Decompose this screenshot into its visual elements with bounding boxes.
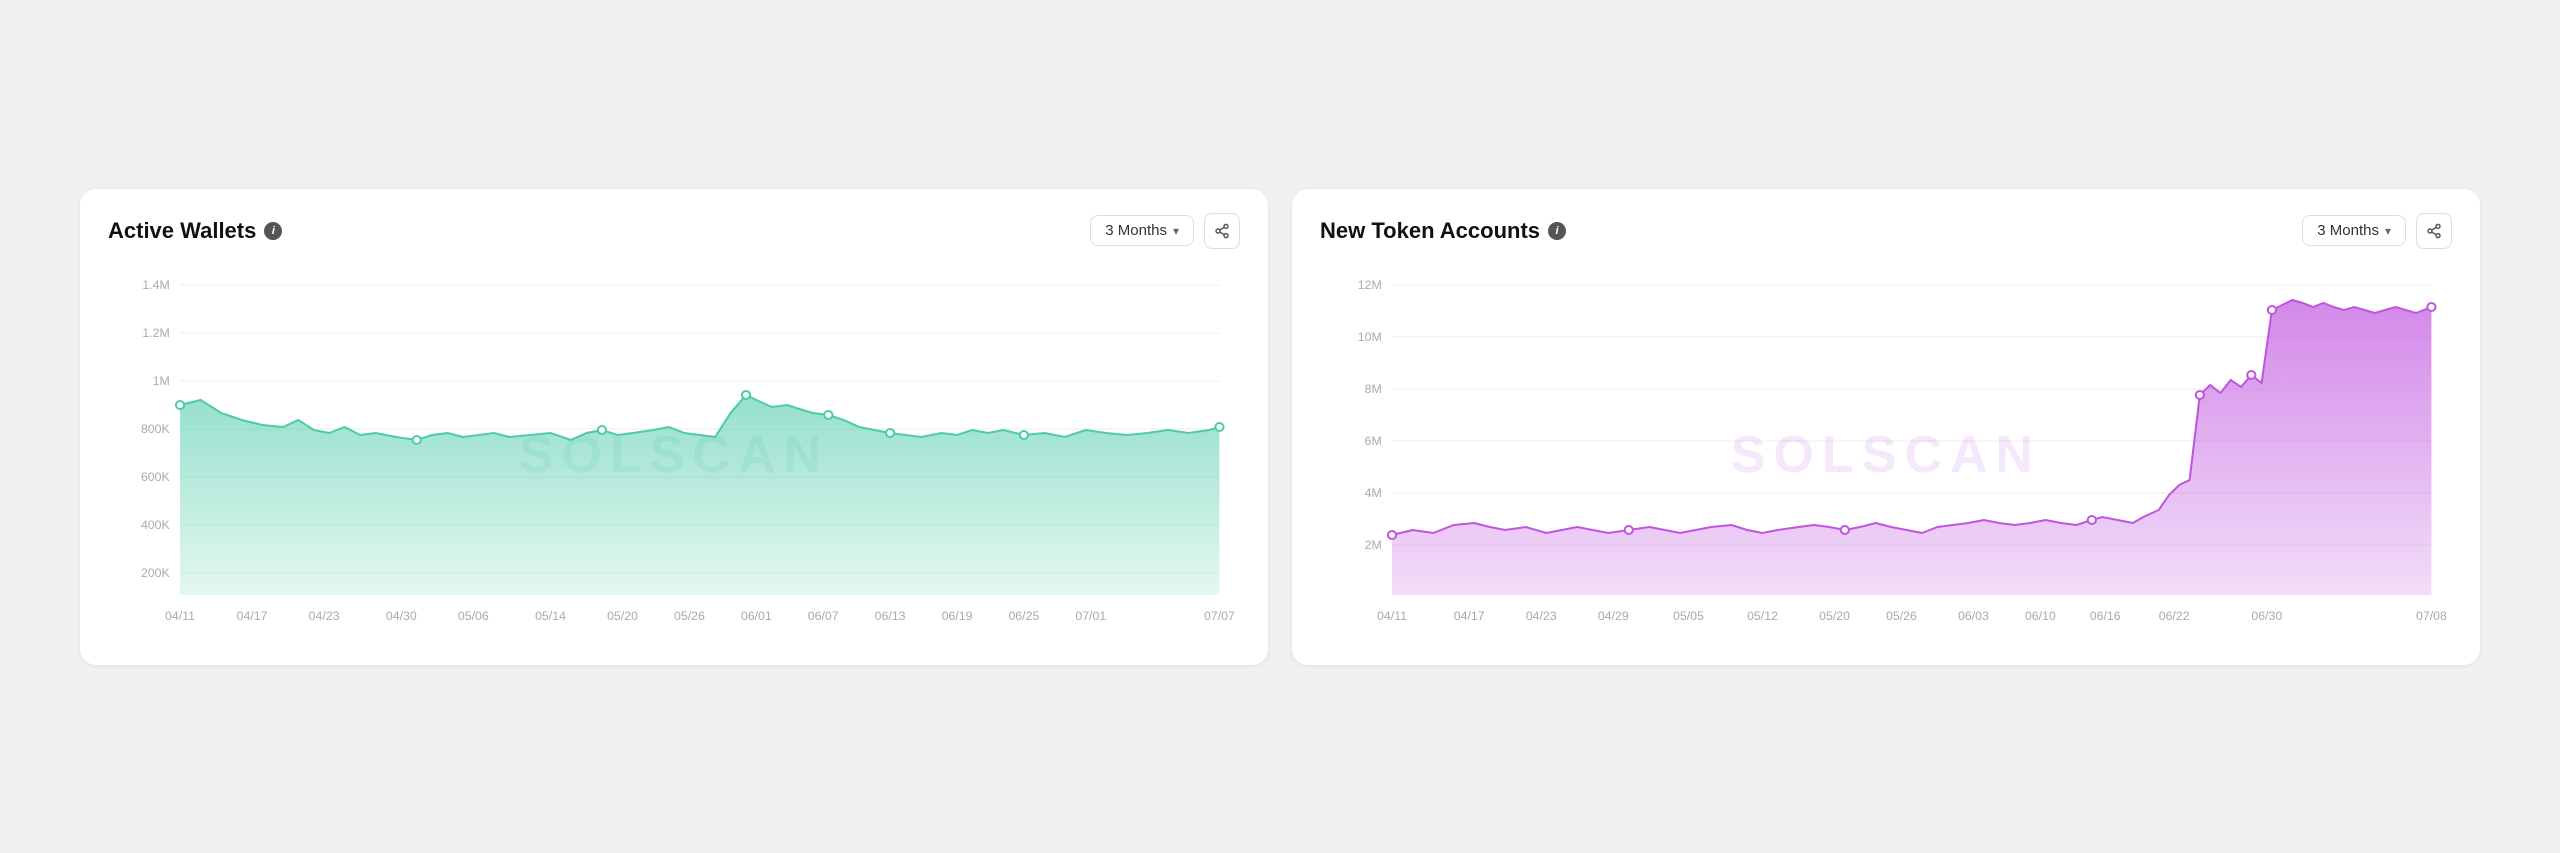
svg-text:05/05: 05/05 [1673, 609, 1704, 623]
card-header: Active Wallets i 3 Months ▾ [108, 213, 1240, 249]
info-icon-2[interactable]: i [1548, 222, 1566, 240]
svg-text:05/20: 05/20 [1819, 609, 1850, 623]
time-label-2: 3 Months [2317, 222, 2379, 239]
svg-text:04/23: 04/23 [1526, 609, 1557, 623]
share-button-tokens[interactable] [2416, 213, 2452, 249]
svg-text:12M: 12M [1358, 278, 1382, 292]
active-wallets-title: Active Wallets [108, 218, 256, 244]
time-selector-tokens[interactable]: 3 Months ▾ [2302, 215, 2406, 246]
svg-text:800K: 800K [141, 422, 170, 436]
time-label: 3 Months [1105, 222, 1167, 239]
svg-text:05/26: 05/26 [1886, 609, 1917, 623]
svg-text:06/30: 06/30 [2251, 609, 2282, 623]
active-wallets-chart: SOLSCAN 1.4M 1.2M 1M 800K 600K 400K 200K [108, 265, 1240, 645]
card-actions-2: 3 Months ▾ [2302, 213, 2452, 249]
active-wallets-card: Active Wallets i 3 Months ▾ SOLSCAN [80, 189, 1268, 665]
svg-text:05/20: 05/20 [607, 609, 638, 623]
svg-text:05/14: 05/14 [535, 609, 566, 623]
svg-text:1.2M: 1.2M [142, 326, 169, 340]
wallets-svg: 1.4M 1.2M 1M 800K 600K 400K 200K [108, 265, 1240, 645]
svg-text:1.4M: 1.4M [142, 278, 169, 292]
title-group: Active Wallets i [108, 218, 282, 244]
svg-text:04/11: 04/11 [165, 609, 195, 623]
svg-text:200K: 200K [141, 566, 170, 580]
tokens-svg: 12M 10M 8M 6M 4M 2M [1320, 265, 2452, 645]
svg-text:06/03: 06/03 [1958, 609, 1989, 623]
dashboard: Active Wallets i 3 Months ▾ SOLSCAN [80, 189, 2480, 665]
svg-text:06/13: 06/13 [875, 609, 906, 623]
svg-text:04/17: 04/17 [237, 609, 268, 623]
new-token-accounts-card: New Token Accounts i 3 Months ▾ SOLSCAN [1292, 189, 2480, 665]
svg-text:06/25: 06/25 [1008, 609, 1039, 623]
new-token-accounts-title: New Token Accounts [1320, 218, 1540, 244]
svg-text:05/26: 05/26 [674, 609, 705, 623]
svg-text:04/23: 04/23 [309, 609, 340, 623]
svg-text:04/11: 04/11 [1377, 609, 1407, 623]
info-icon[interactable]: i [264, 222, 282, 240]
svg-text:8M: 8M [1365, 382, 1382, 396]
chevron-down-icon-2: ▾ [2385, 224, 2391, 238]
chevron-down-icon: ▾ [1173, 224, 1179, 238]
card-header-2: New Token Accounts i 3 Months ▾ [1320, 213, 2452, 249]
svg-text:05/06: 05/06 [458, 609, 489, 623]
card-actions: 3 Months ▾ [1090, 213, 1240, 249]
svg-text:06/01: 06/01 [741, 609, 772, 623]
svg-text:06/07: 06/07 [808, 609, 839, 623]
svg-text:06/16: 06/16 [2090, 609, 2121, 623]
svg-text:06/22: 06/22 [2159, 609, 2190, 623]
svg-text:06/10: 06/10 [2025, 609, 2056, 623]
svg-text:600K: 600K [141, 470, 170, 484]
svg-text:10M: 10M [1358, 330, 1382, 344]
svg-text:1M: 1M [153, 374, 170, 388]
svg-text:07/07: 07/07 [1204, 609, 1235, 623]
svg-text:2M: 2M [1365, 538, 1382, 552]
svg-text:04/29: 04/29 [1598, 609, 1629, 623]
time-selector-wallets[interactable]: 3 Months ▾ [1090, 215, 1194, 246]
new-token-accounts-chart: SOLSCAN 12M 10M 8M 6M 4M 2M [1320, 265, 2452, 645]
svg-text:4M: 4M [1365, 486, 1382, 500]
share-button-wallets[interactable] [1204, 213, 1240, 249]
svg-text:07/08: 07/08 [2416, 609, 2447, 623]
svg-text:04/17: 04/17 [1454, 609, 1485, 623]
svg-text:400K: 400K [141, 518, 170, 532]
svg-text:6M: 6M [1365, 434, 1382, 448]
share-icon [1214, 223, 1230, 239]
svg-text:06/19: 06/19 [942, 609, 973, 623]
svg-text:04/30: 04/30 [386, 609, 417, 623]
title-group-2: New Token Accounts i [1320, 218, 1566, 244]
share-icon-2 [2426, 223, 2442, 239]
svg-text:07/01: 07/01 [1075, 609, 1106, 623]
svg-text:05/12: 05/12 [1747, 609, 1778, 623]
